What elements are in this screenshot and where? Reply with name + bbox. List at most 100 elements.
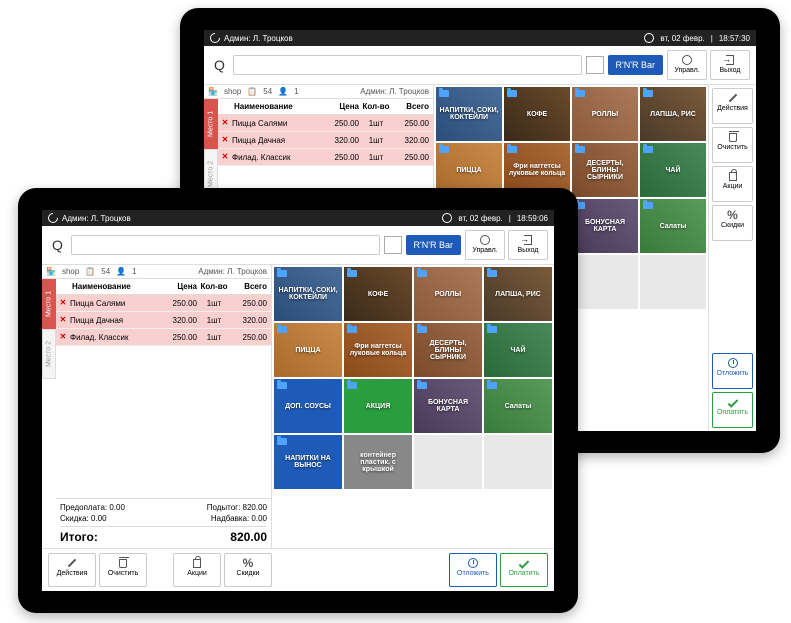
clear-button[interactable]: Очистить (99, 553, 147, 587)
folder-icon (439, 90, 449, 97)
discounts-button[interactable]: %Скидки (712, 205, 753, 241)
percent-icon: % (727, 209, 739, 221)
order-row[interactable]: ✕Пицца Салями250.001шт250.00 (56, 295, 271, 312)
pay-button[interactable]: Оплатить (500, 553, 548, 587)
check-icon (519, 558, 530, 569)
exit-button[interactable]: Выход (508, 230, 548, 260)
pencil-icon (728, 94, 736, 102)
location-button[interactable]: R'N'R Bar (406, 235, 461, 255)
order-panel: 🏪shop📋54👤1Админ: Л. Троцков Место 1 Мест… (42, 265, 272, 548)
exit-button[interactable]: Выход (710, 50, 750, 80)
cat-dessert[interactable]: ДЕСЕРТЫ, БЛИНЫ СЫРНИКИ (572, 143, 638, 197)
refresh-icon[interactable] (208, 31, 222, 45)
location-button[interactable]: R'N'R Bar (608, 55, 663, 75)
cat-sauce[interactable]: ДОП. СОУСЫ (274, 379, 342, 433)
remove-icon[interactable]: ✕ (58, 332, 68, 342)
manage-button[interactable]: Управл. (667, 50, 707, 80)
postpone-button[interactable]: Отложить (712, 353, 753, 389)
clock-icon (468, 558, 478, 568)
seat-tab-2[interactable]: Место 2 (42, 329, 56, 379)
folder-icon (643, 146, 653, 153)
order-row[interactable]: ✕Филад. Классик250.001шт250.00 (218, 149, 433, 166)
remove-icon[interactable]: ✕ (58, 315, 68, 325)
screen-front: Админ: Л. Троцков вт, 02 февр.|18:59:06 … (42, 210, 554, 591)
folder-icon (487, 326, 497, 333)
checkbox[interactable] (586, 56, 604, 74)
folder-icon (417, 270, 427, 277)
totals: Предоплата: 0.00Подытог: 820.00 Скидка: … (56, 498, 271, 548)
checkbox[interactable] (384, 236, 402, 254)
right-sidebar: Действия Очистить Акции %Скидки Отложить… (708, 85, 756, 431)
percent-icon: % (242, 557, 254, 569)
cat-empty[interactable] (414, 435, 482, 489)
actions-button[interactable]: Действия (712, 88, 753, 124)
folder-icon (277, 382, 287, 389)
cat-salad[interactable]: Салаты (484, 379, 552, 433)
clock-icon (728, 358, 738, 368)
cat-drinks[interactable]: НАПИТКИ, СОКИ, КОКТЕЙЛИ (436, 87, 502, 141)
discounts-button[interactable]: %Скидки (224, 553, 272, 587)
folder-icon (643, 90, 653, 97)
cat-noodle[interactable]: ЛАПША, РИС (484, 267, 552, 321)
cat-bonus[interactable]: БОНУСНАЯ КАРТА (572, 199, 638, 253)
folder-icon (487, 382, 497, 389)
cat-empty[interactable] (640, 255, 706, 309)
order-row[interactable]: ✕Пицца Салями250.001шт250.00 (218, 115, 433, 132)
remove-icon[interactable]: ✕ (220, 135, 230, 145)
search-input[interactable] (233, 55, 582, 75)
search-input[interactable] (71, 235, 380, 255)
folder-icon (439, 146, 449, 153)
pay-button[interactable]: Оплатить (712, 392, 753, 428)
cat-bonus[interactable]: БОНУСНАЯ КАРТА (414, 379, 482, 433)
postpone-button[interactable]: Отложить (449, 553, 497, 587)
tablet-front: Админ: Л. Троцков вт, 02 февр.|18:59:06 … (18, 188, 578, 613)
cat-rolls[interactable]: РОЛЛЫ (414, 267, 482, 321)
folder-icon (347, 270, 357, 277)
date: вт, 02 февр. (660, 34, 704, 43)
remove-icon[interactable]: ✕ (220, 152, 230, 162)
bottom-toolbar: Действия Очистить Акции %Скидки Отложить… (42, 548, 554, 591)
cat-coffee[interactable]: КОФЕ (504, 87, 570, 141)
pencil-icon (68, 559, 76, 567)
trash-icon (119, 559, 127, 568)
cat-container[interactable]: контейнер пластик. с крышкой (344, 435, 412, 489)
remove-icon[interactable]: ✕ (58, 298, 68, 308)
cat-tea[interactable]: ЧАЙ (640, 143, 706, 197)
date: вт, 02 февр. (458, 214, 502, 223)
remove-icon[interactable]: ✕ (220, 118, 230, 128)
cat-takeaway[interactable]: НАПИТКИ НА ВЫНОС (274, 435, 342, 489)
order-row[interactable]: ✕Филад. Классик250.001шт250.00 (56, 329, 271, 346)
cat-empty[interactable] (572, 255, 638, 309)
topbar: Админ: Л. Троцков вт, 02 февр.|18:59:06 (42, 210, 554, 226)
order-row[interactable]: ✕Пицца Дачная320.001шт320.00 (218, 132, 433, 149)
cat-noodle[interactable]: ЛАПША, РИС (640, 87, 706, 141)
promos-button[interactable]: Акции (712, 166, 753, 202)
refresh-icon[interactable] (46, 211, 60, 225)
folder-icon (277, 326, 287, 333)
folder-icon (507, 146, 517, 153)
cat-tea[interactable]: ЧАЙ (484, 323, 552, 377)
cat-dessert[interactable]: ДЕСЕРТЫ, БЛИНЫ СЫРНИКИ (414, 323, 482, 377)
cat-pizza[interactable]: ПИЦЦА (274, 323, 342, 377)
clear-button[interactable]: Очистить (712, 127, 753, 163)
seat-tab-1[interactable]: Место 1 (42, 279, 56, 329)
manage-button[interactable]: Управл. (465, 230, 505, 260)
searchbar: Q R'N'R Bar Управл. Выход (42, 226, 554, 265)
exit-icon (524, 235, 532, 245)
cat-drinks[interactable]: НАПИТКИ, СОКИ, КОКТЕЙЛИ (274, 267, 342, 321)
globe-icon[interactable] (644, 33, 654, 43)
cat-coffee[interactable]: КОФЕ (344, 267, 412, 321)
actions-button[interactable]: Действия (48, 553, 96, 587)
folder-icon (277, 270, 287, 277)
cat-promo[interactable]: АКЦИЯ (344, 379, 412, 433)
seat-tab-1[interactable]: Место 1 (204, 99, 218, 149)
order-row[interactable]: ✕Пицца Дачная320.001шт320.00 (56, 312, 271, 329)
cat-nuggets[interactable]: Фри наггетсы луковые кольца (344, 323, 412, 377)
folder-icon (575, 90, 585, 97)
promos-button[interactable]: Акции (173, 553, 221, 587)
cat-rolls[interactable]: РОЛЛЫ (572, 87, 638, 141)
cat-empty[interactable] (484, 435, 552, 489)
gear-icon (480, 235, 490, 245)
globe-icon[interactable] (442, 213, 452, 223)
cat-salad[interactable]: Салаты (640, 199, 706, 253)
